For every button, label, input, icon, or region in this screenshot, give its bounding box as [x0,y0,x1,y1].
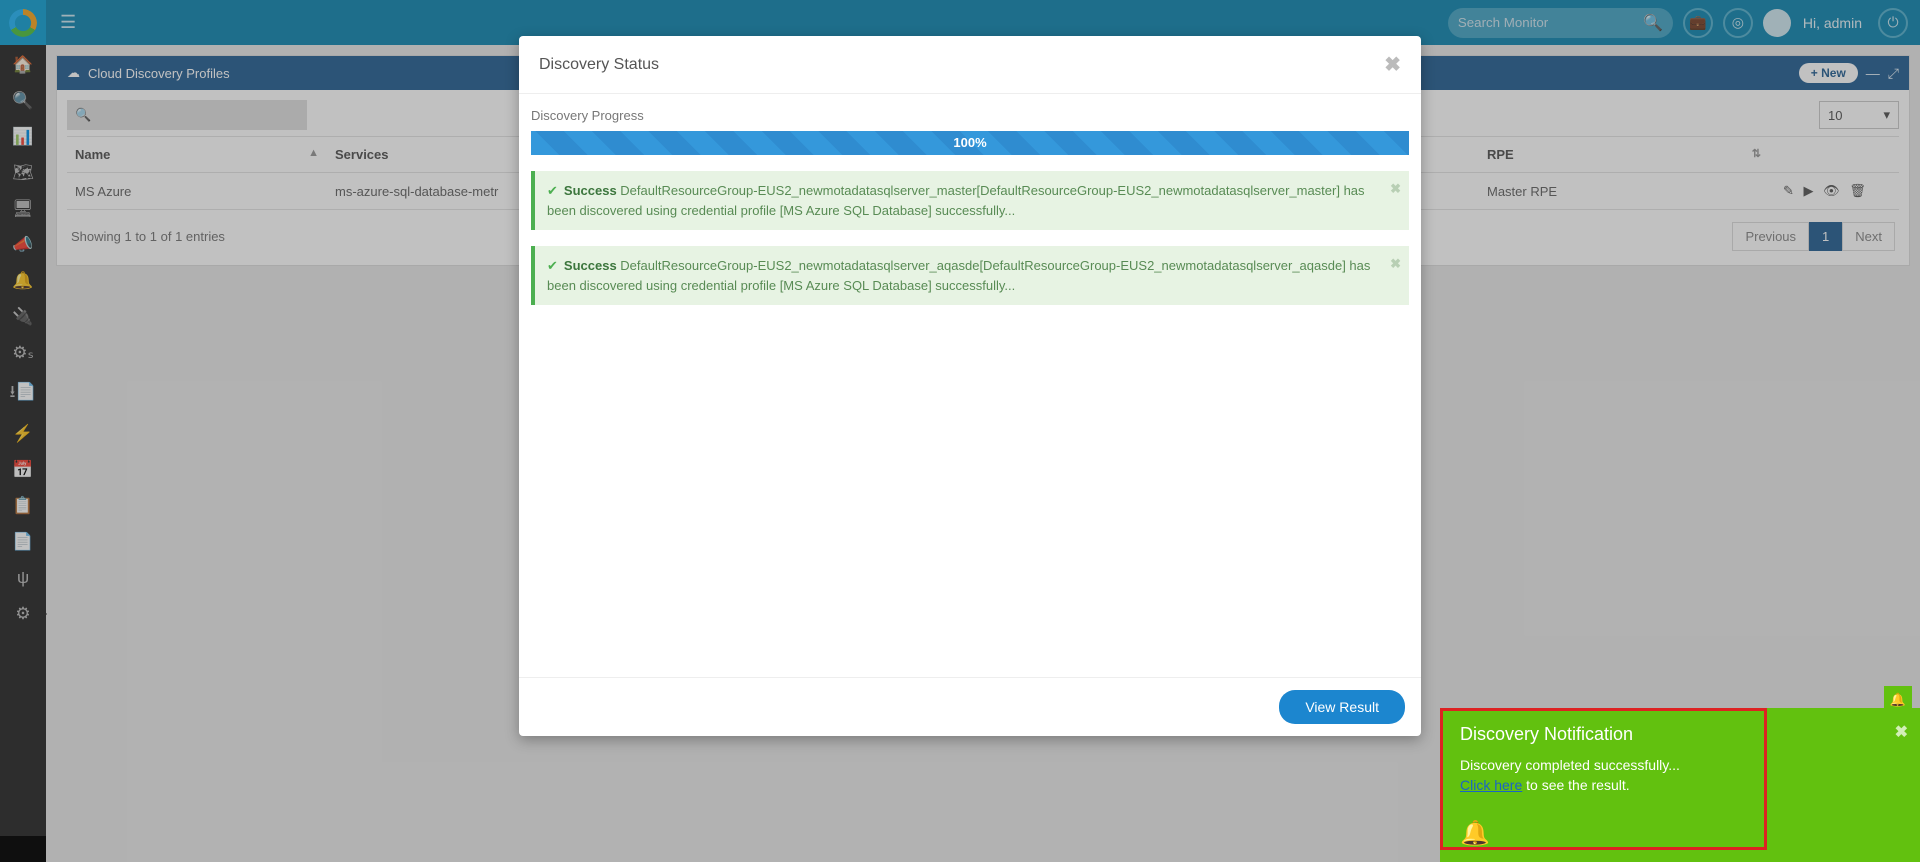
progress-label: Discovery Progress [531,108,1409,123]
check-icon [547,183,564,198]
discovery-notification-toast: 🔔 ✖ Discovery Notification Discovery com… [1440,708,1920,862]
alert-status: Success [564,183,617,198]
discovery-alert: ✖ Success DefaultResourceGroup-EUS2_newm… [531,246,1409,305]
modal-footer: View Result [519,677,1421,736]
alert-status: Success [564,258,617,273]
alert-message: DefaultResourceGroup-EUS2_newmotadatasql… [547,258,1370,293]
progress-bar: 100% [531,131,1409,155]
annotation-highlight [1440,708,1767,850]
toast-bell-tab-icon[interactable]: 🔔 [1884,686,1912,714]
modal-header: Discovery Status ✖ [519,36,1421,94]
discovery-alert: ✖ Success DefaultResourceGroup-EUS2_newm… [531,171,1409,230]
close-icon[interactable]: ✖ [1384,52,1401,77]
alert-dismiss-icon[interactable]: ✖ [1390,254,1401,274]
alert-dismiss-icon[interactable]: ✖ [1390,179,1401,199]
modal-title: Discovery Status [539,56,659,74]
check-icon [547,258,564,273]
view-result-button[interactable]: View Result [1279,690,1405,724]
toast-close-icon[interactable]: ✖ [1895,722,1908,742]
alert-message: DefaultResourceGroup-EUS2_newmotadatasql… [547,183,1365,218]
modal-body: Discovery Progress 100% ✖ Success Defaul… [519,94,1421,677]
discovery-status-modal: Discovery Status ✖ Discovery Progress 10… [519,36,1421,736]
